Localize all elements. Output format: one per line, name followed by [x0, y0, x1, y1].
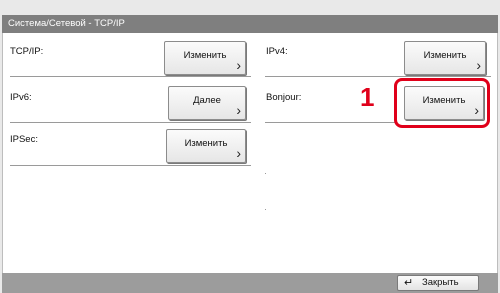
tcpip-label: TCP/IP:	[10, 46, 44, 57]
ipv6-next-label: Далее	[193, 95, 221, 106]
ipv4-change-label: Изменить	[423, 50, 467, 61]
page-title: Система/Сетевой - TCP/IP	[2, 15, 498, 33]
row-divider	[265, 76, 491, 77]
chevron-right-icon: ›	[236, 102, 241, 118]
bonjour-label: Bonjour:	[266, 92, 302, 103]
separator-dot	[265, 209, 266, 210]
ipv6-next-button[interactable]: Далее ›	[168, 86, 246, 120]
highlight-callout	[394, 78, 490, 128]
ipsec-label: IPSec:	[10, 134, 38, 145]
close-label: Закрыть	[422, 277, 459, 288]
row-divider	[10, 76, 251, 77]
chevron-right-icon: ›	[236, 57, 241, 73]
row-divider	[10, 122, 251, 123]
chevron-right-icon: ›	[236, 145, 241, 161]
separator-dot	[265, 173, 266, 174]
tcpip-change-label: Изменить	[183, 50, 227, 61]
screen-frame: Система/Сетевой - TCP/IP TCP/IP: Изменит…	[0, 0, 500, 293]
ipsec-change-label: Изменить	[184, 138, 228, 149]
row-divider	[265, 122, 397, 123]
ipsec-change-button[interactable]: Изменить ›	[166, 129, 246, 163]
close-button[interactable]: ↵ Закрыть	[397, 275, 479, 291]
tcpip-change-button[interactable]: Изменить ›	[164, 41, 246, 75]
step-marker: 1	[360, 82, 375, 112]
ipv4-label: IPv4:	[266, 46, 288, 57]
chevron-right-icon: ›	[476, 57, 481, 73]
ipv4-change-button[interactable]: Изменить ›	[404, 41, 486, 75]
ipv6-label: IPv6:	[10, 92, 32, 103]
settings-panel: TCP/IP: Изменить › IPv4: Изменить › IPv6…	[2, 33, 498, 273]
row-divider	[10, 165, 251, 166]
return-arrow-icon: ↵	[404, 277, 414, 289]
